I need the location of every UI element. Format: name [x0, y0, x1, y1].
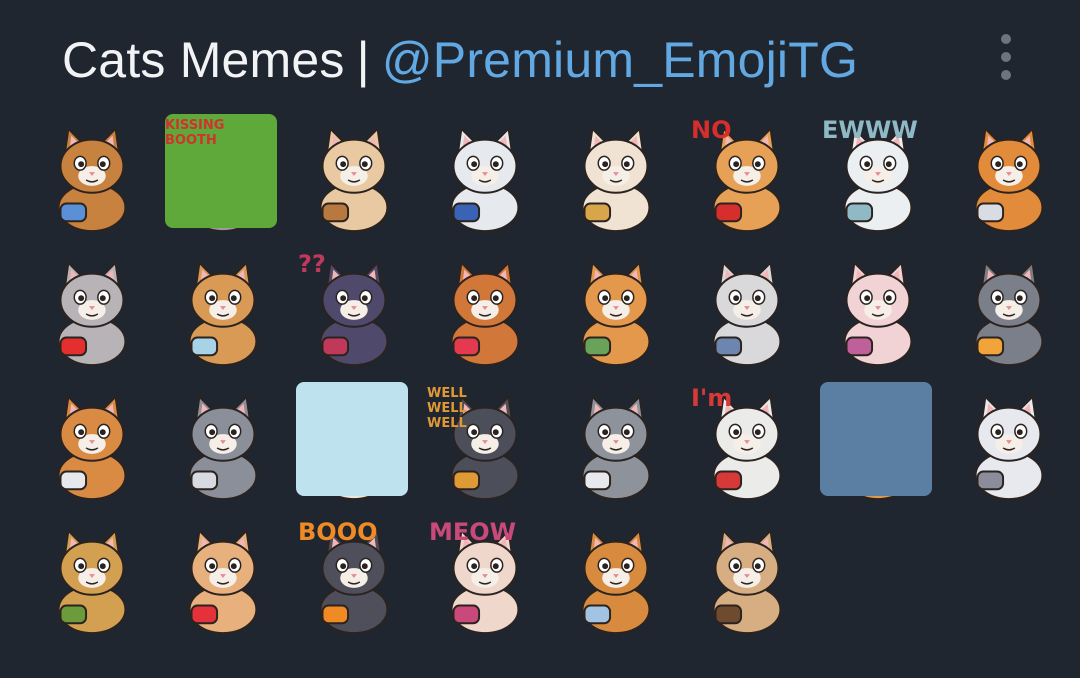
- cat-sticker-icon: [57, 528, 126, 635]
- cat-sticker-icon: [450, 126, 519, 233]
- cat-sticker-icon: [974, 126, 1043, 233]
- more-vertical-icon: [1001, 34, 1011, 44]
- cat-sticker-icon: [843, 126, 912, 233]
- sticker-cat-math[interactable]: [945, 112, 1068, 240]
- cat-sticker-icon: [319, 126, 388, 233]
- sticker-cat-blanket[interactable]: [159, 246, 282, 374]
- cat-sticker-icon: [843, 260, 912, 367]
- sticker-cat-microphone[interactable]: I'm: [683, 380, 806, 508]
- sticker-cat-birthday[interactable]: [945, 246, 1068, 374]
- cat-sticker-icon: [712, 260, 781, 367]
- cat-sticker-icon: [188, 528, 257, 635]
- sticker-cat-no[interactable]: NO: [683, 112, 806, 240]
- cat-sticker-icon: [974, 260, 1043, 367]
- more-options-button[interactable]: [986, 30, 1026, 84]
- sticker-cat-money[interactable]: [552, 246, 675, 374]
- sticker-cat-ewww[interactable]: EWWW: [814, 112, 937, 240]
- sticker-set-title: Cats Memes | @Premium_EmojiTG: [62, 28, 858, 92]
- sticker-cat-question[interactable]: ??: [290, 246, 413, 374]
- sticker-cat-laptop-glasses[interactable]: [28, 112, 151, 240]
- cat-sticker-icon: [57, 126, 126, 233]
- cat-sticker-icon: [581, 394, 650, 501]
- sticker-cat-desert-hat[interactable]: [290, 380, 413, 508]
- sticker-cat-heart-glasses[interactable]: [159, 514, 282, 642]
- cat-sticker-icon: [188, 394, 257, 501]
- cat-sticker-icon: [319, 260, 388, 367]
- more-vertical-icon-dot: [1001, 70, 1011, 80]
- cat-sticker-icon: [581, 260, 650, 367]
- sticker-cat-pray[interactable]: [552, 380, 675, 508]
- cat-sticker-icon: [57, 260, 126, 367]
- sticker-cat-heart-hug[interactable]: [28, 246, 151, 374]
- sticker-tile-background: [820, 382, 932, 496]
- cat-sticker-icon: [712, 126, 781, 233]
- cat-sticker-icon: [712, 394, 781, 501]
- more-vertical-icon-dot: [1001, 52, 1011, 62]
- title-separator: |: [356, 32, 370, 88]
- sticker-cat-kissing-booth[interactable]: KISSING BOOTH: [159, 112, 282, 240]
- cat-sticker-icon: [188, 260, 257, 367]
- cat-sticker-icon: [319, 528, 388, 635]
- sticker-cat-pink-sparkle[interactable]: [814, 246, 937, 374]
- cat-sticker-icon: [974, 394, 1043, 501]
- cat-sticker-icon: [581, 528, 650, 635]
- sticker-cat-thumbs-up[interactable]: [290, 112, 413, 240]
- cat-sticker-icon: [450, 260, 519, 367]
- cat-sticker-icon: [581, 126, 650, 233]
- sticker-cat-meow[interactable]: MEOW: [421, 514, 544, 642]
- sticker-tile-background: [296, 382, 408, 496]
- cat-sticker-icon: [57, 394, 126, 501]
- sticker-cat-lying[interactable]: [945, 380, 1068, 508]
- sticker-cat-pumpkin[interactable]: BOOO: [290, 514, 413, 642]
- sticker-cat-bed-laptop[interactable]: [552, 514, 675, 642]
- sticker-cat-grumpy[interactable]: [683, 514, 806, 642]
- channel-link[interactable]: @Premium_EmojiTG: [382, 31, 858, 89]
- sticker-cat-knife[interactable]: [159, 380, 282, 508]
- cat-sticker-icon: [450, 394, 519, 501]
- sticker-grid: KISSING BOOTH NO EWWW?? WELL WELL WELL I'm BO…: [28, 112, 1068, 642]
- sticker-cat-bengal-phone[interactable]: [28, 514, 151, 642]
- sticker-cat-belly[interactable]: [683, 246, 806, 374]
- sticker-cat-rain-window[interactable]: [814, 380, 937, 508]
- cat-sticker-icon: [450, 528, 519, 635]
- cat-sticker-icon: [712, 528, 781, 635]
- sticker-cat-straw-hat[interactable]: [552, 112, 675, 240]
- title-text: Cats Memes: [62, 32, 345, 88]
- sticker-tile-background: [165, 114, 277, 228]
- sticker-cat-pillow[interactable]: [28, 380, 151, 508]
- sticker-cat-well[interactable]: WELL WELL WELL: [421, 380, 544, 508]
- sticker-cat-love-eyes[interactable]: [421, 246, 544, 374]
- sticker-cat-confused-white[interactable]: [421, 112, 544, 240]
